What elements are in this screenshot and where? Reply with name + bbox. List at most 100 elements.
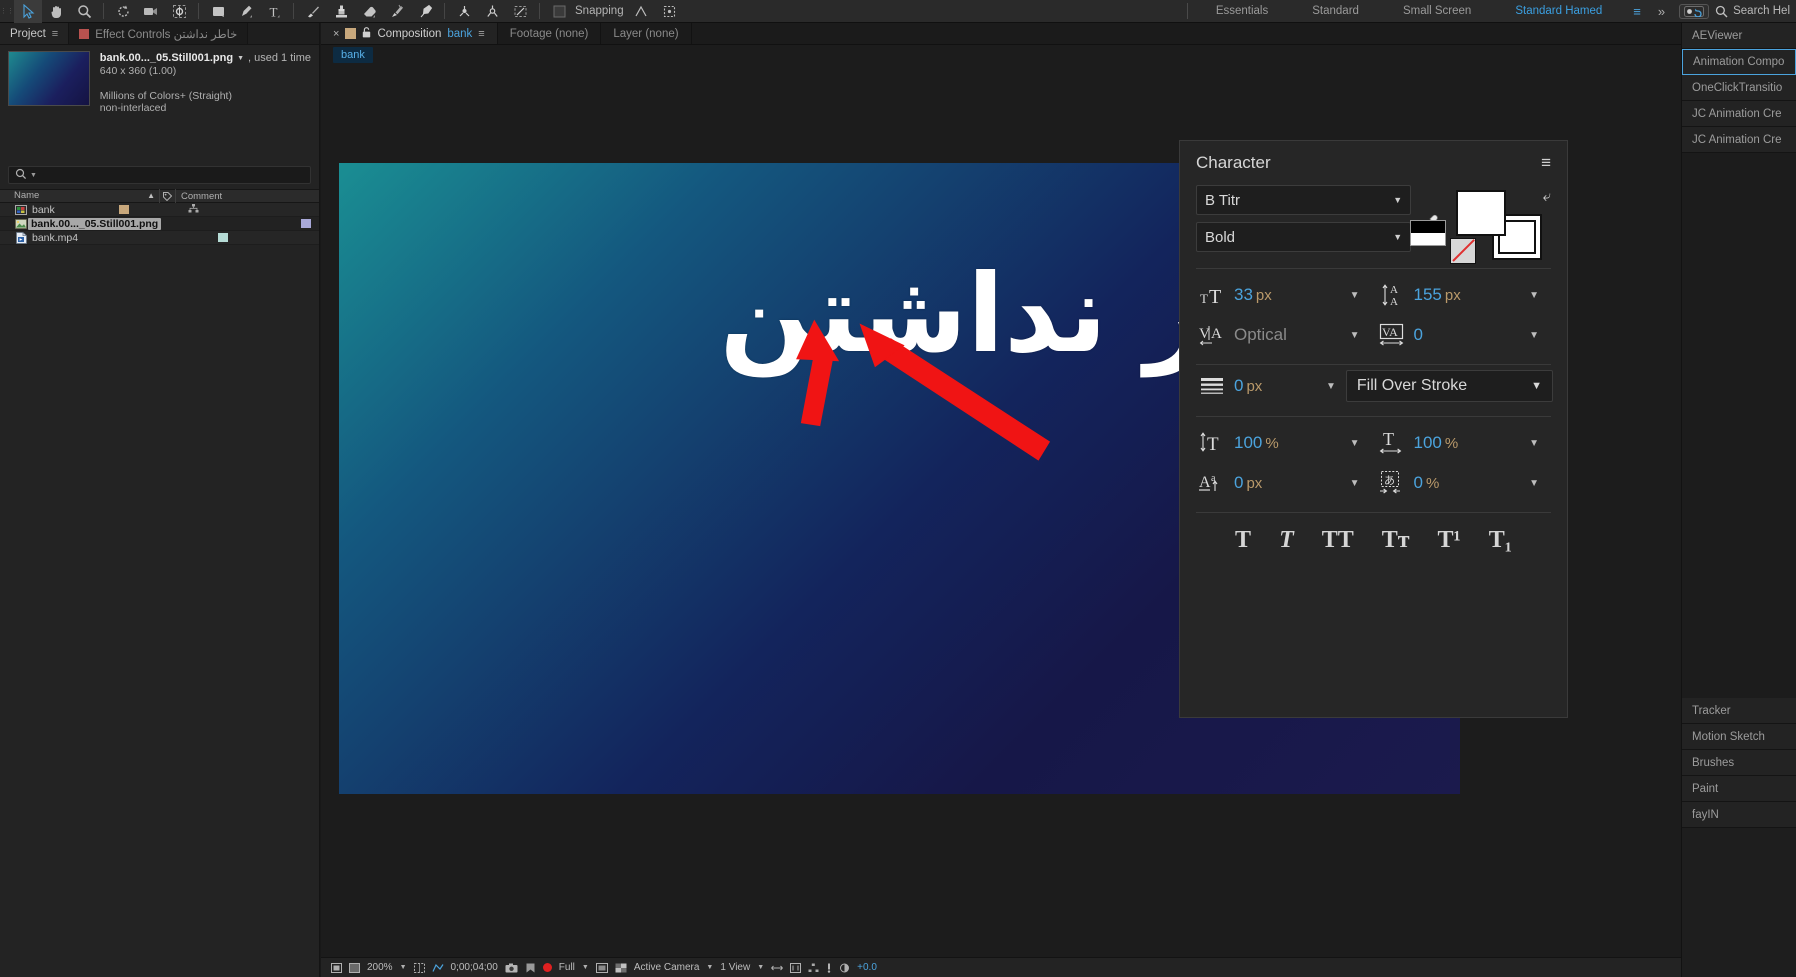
tab-effect-controls[interactable]: Effect Controls خاطر نداشتن — [69, 23, 249, 44]
local-axis-mode-icon[interactable] — [450, 0, 478, 23]
composition-tree-icon[interactable] — [188, 204, 199, 215]
comp-transparency-grid-icon[interactable] — [615, 963, 627, 973]
comp-resolution-dropdown-icon[interactable]: ▼ — [582, 964, 589, 971]
comp-resolution[interactable]: Full — [559, 962, 575, 973]
dock-item-animation-composer[interactable]: Animation Compo — [1682, 49, 1796, 75]
tab-layer[interactable]: Layer (none) — [601, 23, 692, 44]
character-panel-menu-icon[interactable]: ≡ — [1541, 153, 1551, 173]
toolbar-grip[interactable] — [0, 0, 14, 23]
font-size-field[interactable]: TT 33 px ▼ — [1194, 283, 1374, 307]
sort-ascending-icon[interactable]: ▲ — [147, 189, 155, 203]
comp-view-count[interactable]: 1 View — [720, 962, 750, 973]
close-icon[interactable]: × — [333, 28, 339, 40]
project-panel-menu-icon[interactable]: ≡ — [52, 28, 58, 40]
default-fill-stroke-icon[interactable] — [1409, 220, 1446, 246]
comp-zoom-dropdown-icon[interactable]: ▼ — [400, 964, 407, 971]
rotation-tool-icon[interactable] — [109, 0, 137, 23]
comp-flowchart-icon[interactable] — [331, 962, 342, 973]
comp-timeline-icon[interactable] — [790, 962, 802, 973]
column-name[interactable]: Name ▲ — [0, 189, 160, 203]
comp-zoom-level[interactable]: 200% — [367, 962, 393, 973]
dock-item-brushes[interactable]: Brushes — [1682, 750, 1796, 776]
comp-view-mode[interactable]: Active Camera — [634, 962, 700, 973]
faux-italic-button[interactable]: T — [1279, 527, 1294, 554]
camera-tool-icon[interactable] — [137, 0, 165, 23]
tracking-field[interactable]: VA 0 ▼ — [1374, 322, 1554, 348]
dock-item-oneclicktransitions[interactable]: OneClickTransitio — [1682, 75, 1796, 101]
faux-bold-button[interactable]: T — [1235, 527, 1251, 554]
leading-field[interactable]: AA 155 px ▼ — [1374, 282, 1554, 308]
workspace-small-screen[interactable]: Small Screen — [1381, 5, 1493, 17]
vertical-scale-dropdown-icon[interactable]: ▼ — [1350, 438, 1360, 449]
vertical-scale-field[interactable]: T 100% ▼ — [1194, 430, 1374, 456]
comp-channel-red-icon[interactable] — [542, 963, 552, 972]
comp-exposure-icon[interactable] — [839, 963, 850, 973]
workspace-menu-icon[interactable]: ≡ — [1624, 4, 1650, 19]
label-color-chip[interactable] — [301, 219, 312, 228]
snapping-grid-icon[interactable] — [656, 0, 684, 23]
tsume-field[interactable]: あ 0% ▼ — [1374, 469, 1554, 497]
comp-preview-quality-icon[interactable] — [595, 962, 608, 973]
zoom-tool-icon[interactable] — [70, 0, 98, 23]
label-color-chip[interactable] — [218, 233, 229, 242]
small-caps-button[interactable]: Tт — [1382, 527, 1410, 554]
fill-stroke-order-select[interactable]: Fill Over Stroke ▼ — [1345, 370, 1553, 402]
tab-footage[interactable]: Footage (none) — [497, 23, 602, 44]
pen-tool-icon[interactable] — [232, 0, 260, 23]
kerning-dropdown-icon[interactable]: ▼ — [1350, 330, 1360, 341]
list-item[interactable]: bank — [0, 203, 319, 217]
no-fill-icon[interactable] — [1449, 238, 1476, 264]
world-axis-mode-icon[interactable] — [478, 0, 506, 23]
roto-brush-tool-icon[interactable] — [383, 0, 411, 23]
comp-region-of-interest-icon[interactable] — [431, 963, 444, 973]
swap-fill-stroke-icon[interactable]: ⤶ — [1543, 188, 1551, 205]
comp-timecode[interactable]: 0;00;04;00 — [451, 962, 498, 973]
comp-renderer-icon[interactable] — [808, 963, 819, 973]
snapping-checkbox[interactable] — [545, 0, 573, 23]
lock-icon[interactable] — [362, 26, 371, 41]
view-axis-mode-icon[interactable] — [506, 0, 534, 23]
horizontal-scale-field[interactable]: T 100% ▼ — [1374, 429, 1554, 457]
dock-item-aeviewer[interactable]: AEViewer — [1682, 23, 1796, 49]
selection-tool-icon[interactable] — [14, 0, 42, 23]
leading-dropdown-icon[interactable]: ▼ — [1529, 290, 1539, 301]
workspace-overflow-icon[interactable]: » — [1650, 4, 1673, 19]
comp-grid-icon[interactable] — [413, 962, 425, 973]
comp-exposure-value[interactable]: +0.0 — [857, 962, 877, 973]
comp-view-count-dropdown-icon[interactable]: ▼ — [757, 964, 764, 971]
list-item[interactable]: bank.mp4 — [0, 231, 319, 245]
search-help[interactable]: Search Hel — [1715, 5, 1792, 18]
subscript-button[interactable]: T₁ — [1489, 527, 1512, 554]
superscript-button[interactable]: T¹ — [1438, 527, 1461, 554]
comp-pixel-aspect-icon[interactable] — [771, 963, 783, 973]
stroke-width-dropdown-icon[interactable]: ▼ — [1326, 381, 1336, 392]
type-tool-icon[interactable]: T — [260, 0, 288, 23]
label-color-chip[interactable] — [119, 205, 130, 214]
project-search-dropdown-icon[interactable]: ▼ — [30, 172, 37, 179]
comp-reset-exposure-icon[interactable] — [826, 963, 832, 973]
dock-item-motion-sketch[interactable]: Motion Sketch — [1682, 724, 1796, 750]
project-search-box[interactable]: ▼ — [8, 166, 311, 184]
item-dropdown-icon[interactable]: ▼ — [237, 55, 244, 62]
snapping-align-icon[interactable] — [628, 0, 656, 23]
font-style-select[interactable]: Bold ▼ — [1196, 222, 1412, 252]
comp-view-dropdown-icon[interactable]: ▼ — [706, 964, 713, 971]
tab-composition[interactable]: × Composition bank ≡ — [321, 23, 498, 44]
breadcrumb-item-bank[interactable]: bank — [333, 47, 373, 63]
column-tag[interactable] — [160, 189, 176, 203]
project-search-input[interactable] — [39, 169, 304, 181]
tsume-dropdown-icon[interactable]: ▼ — [1529, 478, 1539, 489]
dock-item-fayin[interactable]: fayIN — [1682, 802, 1796, 828]
fill-color-swatch[interactable] — [1455, 190, 1506, 236]
pan-behind-tool-icon[interactable] — [165, 0, 193, 23]
comp-toggle-transparency-icon[interactable] — [349, 962, 360, 973]
puppet-pin-tool-icon[interactable] — [411, 0, 439, 23]
dock-item-tracker[interactable]: Tracker — [1682, 698, 1796, 724]
column-comment[interactable]: Comment — [176, 191, 319, 202]
tracking-dropdown-icon[interactable]: ▼ — [1529, 330, 1539, 341]
font-size-dropdown-icon[interactable]: ▼ — [1350, 290, 1360, 301]
baseline-shift-dropdown-icon[interactable]: ▼ — [1350, 478, 1360, 489]
tab-project[interactable]: Project ≡ — [0, 23, 70, 44]
workspace-standard-hamed[interactable]: Standard Hamed — [1493, 5, 1624, 17]
font-family-select[interactable]: B Titr ▼ — [1196, 185, 1412, 215]
